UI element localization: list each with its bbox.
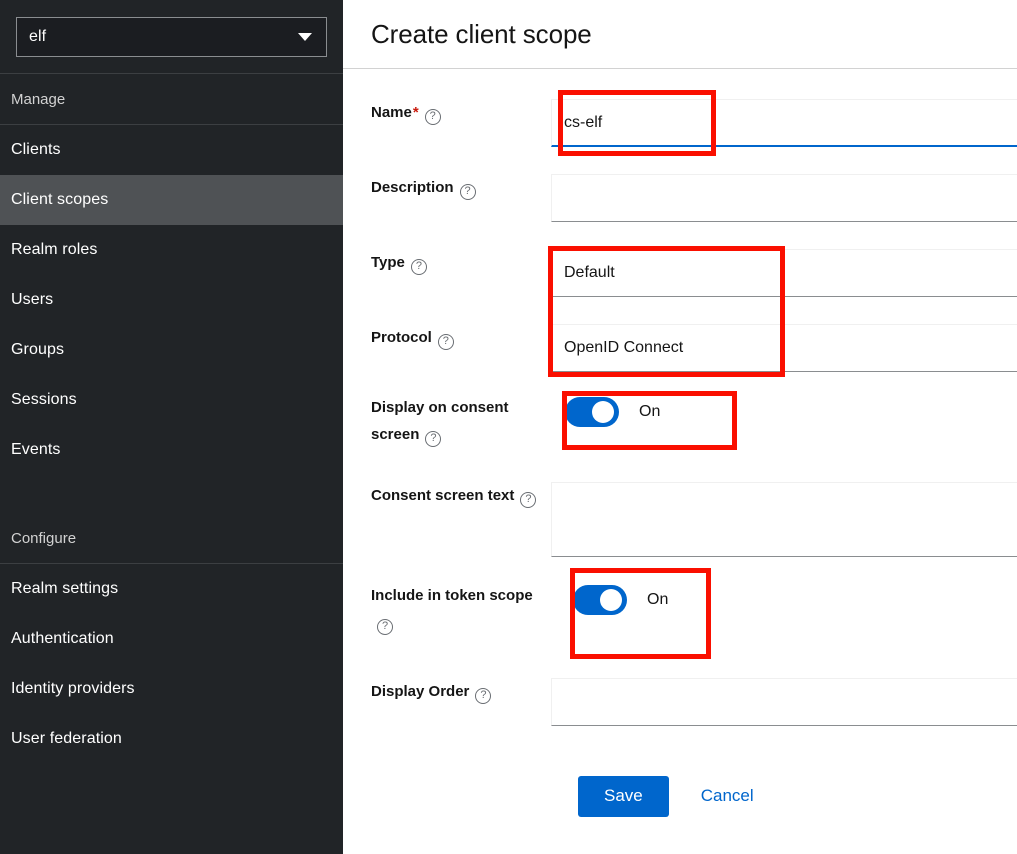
control-name <box>551 99 1017 147</box>
control-display-on-consent-screen: On <box>551 394 1017 430</box>
label-name-text: Name <box>371 104 412 121</box>
realm-selector-dropdown[interactable]: elf <box>16 17 327 57</box>
save-button[interactable]: Save <box>578 776 669 817</box>
display-on-consent-screen-state: On <box>639 403 661 420</box>
label-description: Description? <box>343 174 551 201</box>
label-consent-screen-text: Consent screen text? <box>343 482 551 509</box>
label-include-in-token-scope-text: Include in token scope <box>371 587 533 604</box>
label-protocol: Protocol? <box>343 324 551 351</box>
type-select[interactable]: Default <box>551 249 1017 297</box>
label-display-on-consent-screen: Display on consent screen? <box>343 394 551 448</box>
control-include-in-token-scope: On <box>551 582 1017 618</box>
sidebar-item-identity-providers[interactable]: Identity providers <box>0 664 343 714</box>
display-order-input[interactable] <box>551 678 1017 726</box>
control-consent-screen-text <box>551 482 1017 557</box>
help-circle-icon-include-in-token-scope[interactable]: ? <box>377 618 393 635</box>
cancel-button[interactable]: Cancel <box>683 776 772 817</box>
help-circle-icon-type[interactable]: ? <box>410 258 427 275</box>
control-description <box>551 174 1017 222</box>
toggle-knob <box>592 401 614 423</box>
description-input[interactable] <box>551 174 1017 222</box>
sidebar-group-manage: Manage Clients Client scopes Realm roles… <box>0 74 343 475</box>
sidebar-item-user-federation[interactable]: User federation <box>0 714 343 764</box>
protocol-select-value: OpenID Connect <box>564 339 684 356</box>
control-display-order <box>551 678 1017 726</box>
help-circle-icon-name[interactable]: ? <box>424 108 441 125</box>
label-description-text: Description <box>371 179 454 196</box>
sidebar-item-events[interactable]: Events <box>0 425 343 475</box>
sidebar-item-groups[interactable]: Groups <box>0 325 343 375</box>
sidebar-item-users[interactable]: Users <box>0 275 343 325</box>
form-row-type: Type? Default <box>343 249 1017 297</box>
help-circle-icon-display-on-consent-screen[interactable]: ? <box>425 430 442 447</box>
label-type-text: Type <box>371 254 405 271</box>
form-row-display-on-consent-screen: Display on consent screen? On <box>343 394 1017 448</box>
form-row-description: Description? <box>343 174 1017 222</box>
sidebar-group-title-configure: Configure <box>11 529 77 547</box>
form-row-include-in-token-scope: Include in token scope? On <box>343 582 1017 636</box>
form-row-consent-screen-text: Consent screen text? <box>343 482 1017 557</box>
sidebar-group-spacer <box>0 475 343 513</box>
sidebar-item-sessions[interactable]: Sessions <box>0 375 343 425</box>
label-include-in-token-scope: Include in token scope? <box>343 582 551 636</box>
label-display-order-text: Display Order <box>371 683 470 700</box>
control-protocol: OpenID Connect <box>551 324 1017 372</box>
label-display-order: Display Order? <box>343 678 551 705</box>
include-in-token-scope-toggle[interactable] <box>573 585 627 615</box>
label-protocol-text: Protocol <box>371 329 432 346</box>
help-circle-icon-protocol[interactable]: ? <box>437 333 454 350</box>
help-circle-icon-description[interactable]: ? <box>459 183 476 200</box>
toggle-knob <box>600 589 622 611</box>
include-in-token-scope-switch-row: On <box>551 582 1017 618</box>
include-in-token-scope-state: On <box>647 591 669 608</box>
label-consent-screen-text-text: Consent screen text <box>371 487 515 504</box>
main-content: Create client scope Name*? Description? <box>343 0 1017 854</box>
name-input[interactable] <box>551 99 1017 147</box>
consent-screen-text-textarea[interactable] <box>551 482 1017 557</box>
form-row-protocol: Protocol? OpenID Connect <box>343 324 1017 372</box>
sidebar-item-clients[interactable]: Clients <box>0 125 343 175</box>
control-type: Default <box>551 249 1017 297</box>
type-select-value: Default <box>564 264 615 281</box>
sidebar-item-client-scopes[interactable]: Client scopes <box>0 175 343 225</box>
label-type: Type? <box>343 249 551 276</box>
sidebar-group-configure: Configure Realm settings Authentication … <box>0 513 343 764</box>
required-asterisk: * <box>412 104 419 121</box>
form-actions: Save Cancel <box>343 776 1017 817</box>
chevron-down-icon <box>298 33 312 41</box>
form-row-display-order: Display Order? <box>343 678 1017 726</box>
help-circle-icon-consent-screen-text[interactable]: ? <box>520 491 537 508</box>
realm-selector-container: elf <box>0 0 343 73</box>
form-row-name: Name*? <box>343 99 1017 147</box>
display-on-consent-screen-toggle[interactable] <box>565 397 619 427</box>
sidebar-group-title-manage: Manage <box>11 90 66 108</box>
label-name: Name*? <box>343 99 551 126</box>
help-circle-icon-display-order[interactable]: ? <box>475 687 492 704</box>
sidebar-item-authentication[interactable]: Authentication <box>0 614 343 664</box>
page-header: Create client scope <box>343 0 1017 69</box>
create-client-scope-form: Name*? Description? Type? <box>343 99 1017 817</box>
keycloak-admin-console: elf Manage Clients Client scopes Realm r… <box>0 0 1017 854</box>
protocol-select[interactable]: OpenID Connect <box>551 324 1017 372</box>
sidebar-navigation: elf Manage Clients Client scopes Realm r… <box>0 0 343 854</box>
realm-selector-value: elf <box>29 28 47 45</box>
sidebar-item-realm-settings[interactable]: Realm settings <box>0 564 343 614</box>
page-title: Create client scope <box>371 18 592 49</box>
display-on-consent-screen-switch-row: On <box>551 394 1017 430</box>
sidebar-item-realm-roles[interactable]: Realm roles <box>0 225 343 275</box>
